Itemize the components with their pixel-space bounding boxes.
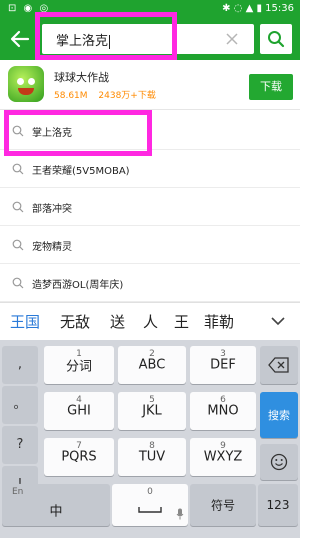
punct-key[interactable]: ? xyxy=(2,426,38,464)
backspace-icon xyxy=(268,357,289,373)
suggestion-item[interactable]: 造梦西游OL(周年庆) xyxy=(0,264,300,302)
number-key-label: 123 xyxy=(266,498,290,512)
key-label: PQRS xyxy=(61,449,97,465)
screen: ⊡ ◉ ◎ ✱ ◌ ▲ ▮ 15:36 掌上洛克 球球大作战 58.61M 24… xyxy=(0,0,300,538)
search-key[interactable]: 搜索 xyxy=(260,392,298,438)
app-name: 球球大作战 xyxy=(54,71,109,84)
key-9[interactable]: 9 WXYZ xyxy=(190,438,256,476)
key-7[interactable]: 7 PQRS xyxy=(44,438,114,476)
key-label: ABC xyxy=(138,357,166,373)
app-icon-mouth xyxy=(18,88,34,95)
key-label: JKL xyxy=(142,403,162,419)
candidate-word[interactable]: 菲勒 xyxy=(204,311,234,332)
download-button[interactable]: 下载 xyxy=(249,74,293,100)
app-meta: 58.61M 2438万+下载 xyxy=(54,88,164,101)
key-label: 分词 xyxy=(65,359,92,375)
key-5[interactable]: 5 JKL xyxy=(118,392,186,430)
suggestion-label: 王者荣耀(5V5MOBA) xyxy=(32,166,130,177)
key-label: DEF xyxy=(210,357,236,373)
punct-key[interactable]: , xyxy=(2,346,38,384)
language-alt-label: En xyxy=(12,487,24,497)
language-switch-key[interactable]: En 中 xyxy=(2,484,110,526)
space-bar-icon xyxy=(138,507,162,513)
search-key-label: 搜索 xyxy=(268,409,290,422)
back-arrow-icon[interactable] xyxy=(8,28,32,50)
space-sub-label: 0 xyxy=(147,487,153,497)
highlight-box-search xyxy=(35,12,177,60)
app-size: 58.61M xyxy=(54,91,88,101)
backspace-key[interactable] xyxy=(260,346,298,384)
search-icon xyxy=(12,201,24,213)
ime-candidate-bar: 王国 无敌 送 人 王 菲勒 xyxy=(0,302,300,340)
candidate-word[interactable]: 王 xyxy=(174,311,189,332)
app-result-row[interactable]: 球球大作战 58.61M 2438万+下载 下载 xyxy=(0,60,300,110)
search-icon xyxy=(12,239,24,251)
search-icon xyxy=(268,31,285,48)
candidate-word[interactable]: 王国 xyxy=(10,311,40,332)
key-4[interactable]: 4 GHI xyxy=(44,392,114,430)
suggestion-label: 造梦西游OL(周年庆) xyxy=(32,280,124,291)
suggestion-label: 宠物精灵 xyxy=(32,242,72,253)
suggestion-item[interactable]: 宠物精灵 xyxy=(0,226,300,264)
punct-key[interactable]: 。 xyxy=(2,386,38,424)
key-label: GHI xyxy=(67,403,91,419)
symbol-key[interactable]: 符号 xyxy=(190,484,256,526)
app-icon xyxy=(8,66,44,102)
app-downloads: 2438万+下载 xyxy=(98,91,156,101)
key-label: MNO xyxy=(207,403,239,419)
key-label: WXYZ xyxy=(203,449,243,465)
app-icon-eye-left xyxy=(17,78,24,85)
search-icon xyxy=(12,163,24,175)
search-button[interactable] xyxy=(260,24,292,54)
chevron-down-icon[interactable] xyxy=(271,316,285,326)
search-icon xyxy=(12,277,24,289)
suggestion-label: 部落冲突 xyxy=(32,204,72,215)
candidate-word[interactable]: 人 xyxy=(143,311,158,332)
app-icon-eye-right xyxy=(28,78,35,85)
emoji-key[interactable] xyxy=(260,444,298,480)
key-8[interactable]: 8 TUV xyxy=(118,438,186,476)
language-current-label: 中 xyxy=(49,504,63,520)
symbol-key-label: 符号 xyxy=(210,498,235,513)
candidate-word[interactable]: 送 xyxy=(110,311,125,332)
number-key[interactable]: 123 xyxy=(258,484,298,526)
keyboard: , 。 ? ! 1 分词 2 ABC 3 DEF 4 GHI 5 xyxy=(0,340,300,538)
microphone-icon xyxy=(176,508,184,520)
status-right-info: ✱ ◌ ▲ ▮ 15:36 xyxy=(222,3,294,14)
key-6[interactable]: 6 MNO xyxy=(190,392,256,430)
key-1[interactable]: 1 分词 xyxy=(44,346,114,384)
highlight-box-suggestion xyxy=(4,110,152,156)
space-key[interactable]: 0 xyxy=(112,484,188,526)
clear-icon[interactable] xyxy=(224,31,240,47)
emoji-icon xyxy=(270,453,288,471)
key-label: TUV xyxy=(138,449,166,465)
candidate-word[interactable]: 无敌 xyxy=(60,311,90,332)
suggestion-item[interactable]: 部落冲突 xyxy=(0,188,300,226)
key-2[interactable]: 2 ABC xyxy=(118,346,186,384)
key-3[interactable]: 3 DEF xyxy=(190,346,256,384)
